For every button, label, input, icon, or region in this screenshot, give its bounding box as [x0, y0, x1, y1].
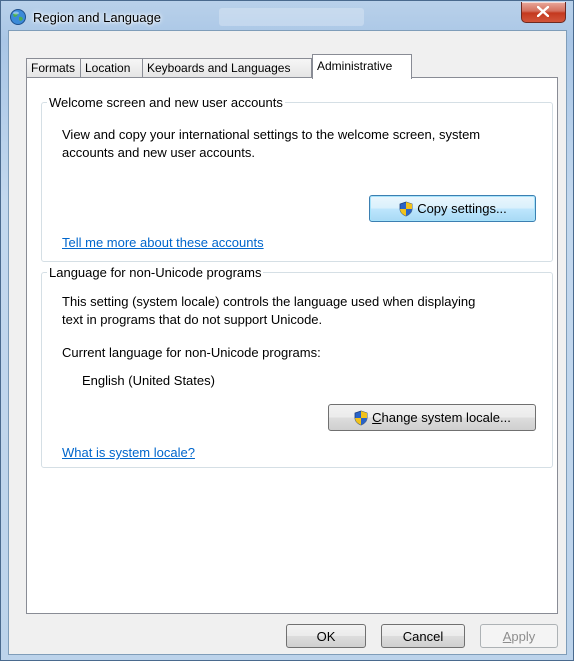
- copy-settings-button[interactable]: Copy settings...: [369, 195, 536, 222]
- administrative-panel: Welcome screen and new user accounts Vie…: [26, 77, 558, 614]
- welcome-description-line1: View and copy your international setting…: [62, 127, 481, 142]
- tell-me-more-link[interactable]: Tell me more about these accounts: [62, 235, 264, 250]
- copy-settings-label: Copy settings...: [417, 201, 507, 216]
- what-is-system-locale-link[interactable]: What is system locale?: [62, 445, 195, 460]
- ok-button[interactable]: OK: [286, 624, 366, 648]
- title-bar[interactable]: Region and Language: [1, 1, 574, 33]
- current-language-value: English (United States): [82, 373, 215, 388]
- uac-shield-icon: [399, 201, 413, 216]
- welcome-description-line2: accounts and new user accounts.: [62, 145, 255, 160]
- change-system-locale-button[interactable]: Change system locale...: [328, 404, 536, 431]
- non-unicode-description-line1: This setting (system locale) controls th…: [62, 294, 476, 309]
- globe-icon: [9, 8, 27, 26]
- uac-shield-icon: [354, 410, 368, 425]
- tab-location[interactable]: Location: [80, 58, 143, 78]
- apply-label: Apply: [502, 628, 536, 644]
- ok-label: OK: [316, 628, 336, 644]
- close-button[interactable]: [521, 2, 566, 23]
- tab-administrative[interactable]: Administrative: [312, 54, 412, 79]
- cancel-button[interactable]: Cancel: [381, 624, 465, 648]
- non-unicode-description-line2: text in programs that do not support Uni…: [62, 312, 323, 327]
- apply-button[interactable]: Apply: [480, 624, 558, 648]
- tab-formats[interactable]: Formats: [26, 58, 81, 78]
- welcome-group-title: Welcome screen and new user accounts: [49, 95, 283, 110]
- non-unicode-group-title: Language for non-Unicode programs: [49, 265, 262, 280]
- window-title: Region and Language: [33, 10, 161, 25]
- close-icon: [537, 6, 549, 17]
- cancel-label: Cancel: [402, 628, 444, 644]
- tab-keyboards-and-languages[interactable]: Keyboards and Languages: [142, 58, 312, 78]
- current-language-label: Current language for non-Unicode program…: [62, 345, 321, 360]
- change-system-locale-label: Change system locale...: [372, 410, 511, 425]
- background-window-ghost: [219, 8, 364, 26]
